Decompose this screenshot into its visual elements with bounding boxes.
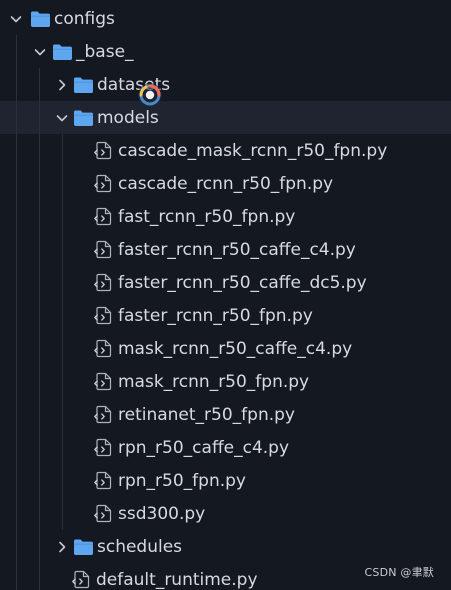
python-file-icon (94, 273, 113, 292)
file-item-rpn-r50-caffe-c4-py[interactable]: rpn_r50_caffe_c4.py (0, 431, 451, 464)
indent-guide (39, 68, 40, 590)
file-label: ssd300.py (118, 503, 206, 524)
file-item-rpn-r50-fpn-py[interactable]: rpn_r50_fpn.py (0, 464, 451, 497)
file-item-faster-rcnn-r50-caffe-dc5-py[interactable]: faster_rcnn_r50_caffe_dc5.py (0, 266, 451, 299)
file-label: cascade_mask_rcnn_r50_fpn.py (118, 140, 388, 161)
file-item-cascade-rcnn-r50-fpn-py[interactable]: cascade_rcnn_r50_fpn.py (0, 167, 451, 200)
folder-icon (73, 76, 94, 94)
chevron-down-icon[interactable] (33, 45, 47, 59)
python-file-icon (94, 207, 113, 226)
loading-cursor-icon (138, 83, 162, 107)
python-file-icon (94, 471, 113, 490)
file-label: mask_rcnn_r50_fpn.py (118, 371, 310, 392)
file-label: faster_rcnn_r50_caffe_dc5.py (118, 272, 367, 293)
chevron-right-icon[interactable] (55, 540, 69, 554)
file-label: retinanet_r50_fpn.py (118, 404, 295, 425)
folder-icon (30, 10, 51, 28)
folder-icon (73, 538, 94, 556)
folder-item-models[interactable]: models (0, 101, 451, 134)
file-item-retinanet-r50-fpn-py[interactable]: retinanet_r50_fpn.py (0, 398, 451, 431)
python-file-icon (94, 372, 113, 391)
file-item-fast-rcnn-r50-fpn-py[interactable]: fast_rcnn_r50_fpn.py (0, 200, 451, 233)
folder-item-datasets[interactable]: datasets (0, 68, 451, 101)
folder-item-schedules[interactable]: schedules (0, 530, 451, 563)
python-file-icon (94, 339, 113, 358)
file-label: rpn_r50_caffe_c4.py (118, 437, 290, 458)
folder-icon (52, 43, 73, 61)
file-label: cascade_rcnn_r50_fpn.py (118, 173, 334, 194)
python-file-icon (94, 504, 113, 523)
python-file-icon (94, 306, 113, 325)
file-label: fast_rcnn_r50_fpn.py (118, 206, 296, 227)
python-file-icon (94, 405, 113, 424)
file-item-faster-rcnn-r50-fpn-py[interactable]: faster_rcnn_r50_fpn.py (0, 299, 451, 332)
file-item-ssd300-py[interactable]: ssd300.py (0, 497, 451, 530)
folder-label: schedules (97, 536, 183, 557)
watermark-text: CSDN @聿默 (364, 566, 434, 579)
file-item-mask-rcnn-r50-fpn-py[interactable]: mask_rcnn_r50_fpn.py (0, 365, 451, 398)
file-label: faster_rcnn_r50_caffe_c4.py (118, 239, 356, 260)
python-file-icon (94, 240, 113, 259)
python-file-icon (94, 141, 113, 160)
file-item-faster-rcnn-r50-caffe-c4-py[interactable]: faster_rcnn_r50_caffe_c4.py (0, 233, 451, 266)
folder-label: _base_ (76, 41, 134, 62)
chevron-down-icon[interactable] (55, 111, 69, 125)
file-label: rpn_r50_fpn.py (118, 470, 246, 491)
folder-label: configs (54, 8, 115, 29)
file-label: mask_rcnn_r50_caffe_c4.py (118, 338, 353, 359)
folder-icon (73, 109, 94, 127)
python-file-icon (94, 438, 113, 457)
file-item-cascade-mask-rcnn-r50-fpn-py[interactable]: cascade_mask_rcnn_r50_fpn.py (0, 134, 451, 167)
file-label: faster_rcnn_r50_fpn.py (118, 305, 313, 326)
file-item-mask-rcnn-r50-caffe-c4-py[interactable]: mask_rcnn_r50_caffe_c4.py (0, 332, 451, 365)
file-explorer-tree: configs _base_ datasets models cascade_mask_… (0, 2, 451, 590)
folder-item-base[interactable]: _base_ (0, 35, 451, 68)
indent-guide (16, 35, 17, 590)
chevron-right-icon[interactable] (55, 78, 69, 92)
folder-item-configs[interactable]: configs (0, 2, 451, 35)
chevron-down-icon[interactable] (9, 12, 23, 26)
indent-guide (62, 134, 63, 530)
python-file-icon (94, 174, 113, 193)
python-file-icon (72, 570, 91, 589)
file-label: default_runtime.py (96, 569, 258, 590)
